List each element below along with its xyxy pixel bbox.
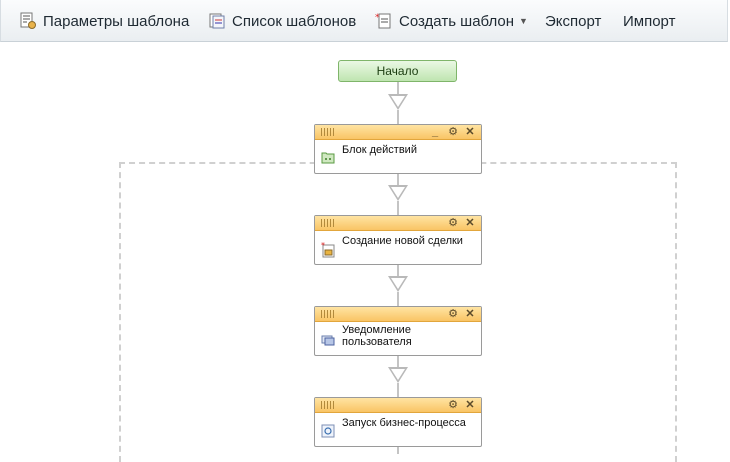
new-deal-icon: * xyxy=(321,241,335,258)
chevron-down-icon: ▼ xyxy=(519,16,528,26)
export-label: Экспорт xyxy=(545,12,602,30)
drag-handle-icon[interactable] xyxy=(321,128,335,136)
export-button[interactable]: Экспорт xyxy=(545,0,601,42)
action-block-icon xyxy=(321,150,335,164)
start-bp-icon xyxy=(321,424,335,438)
template-list-button[interactable]: Список шаблонов xyxy=(208,0,356,42)
start-node[interactable]: Начало xyxy=(338,60,457,82)
gear-icon[interactable]: ⚙ xyxy=(447,216,459,230)
svg-text:*: * xyxy=(321,242,325,250)
arrow-down-icon xyxy=(388,94,408,110)
minimize-icon[interactable]: _ xyxy=(429,125,441,139)
start-bp-block[interactable]: ⚙ ✕ Запуск бизнес-процесса xyxy=(314,397,482,447)
action-block[interactable]: _ ⚙ ✕ Блок действий xyxy=(314,124,482,174)
block-title-line1: Уведомление xyxy=(342,324,411,336)
start-label: Начало xyxy=(376,64,419,78)
block-header[interactable]: ⚙ ✕ xyxy=(315,398,481,413)
template-list-label: Список шаблонов xyxy=(232,12,357,30)
arrow-down-icon xyxy=(388,185,408,201)
gear-icon[interactable]: ⚙ xyxy=(447,398,459,412)
drag-handle-icon[interactable] xyxy=(321,310,335,318)
block-header[interactable]: ⚙ ✕ xyxy=(315,307,481,322)
create-template-button[interactable]: * Создать шаблон ▼ xyxy=(375,0,528,42)
gear-icon[interactable]: ⚙ xyxy=(447,307,459,321)
new-document-icon: * xyxy=(375,12,393,30)
notify-user-block[interactable]: ⚙ ✕ Уведомление пользователя xyxy=(314,306,482,356)
block-title: Уведомление пользователя xyxy=(342,324,412,348)
connector-line xyxy=(397,292,399,306)
gear-icon[interactable]: ⚙ xyxy=(447,125,459,139)
notify-user-icon xyxy=(321,333,335,347)
connector-line xyxy=(397,446,399,454)
settings-list-icon xyxy=(19,12,37,30)
connector-line xyxy=(397,82,399,94)
svg-text:*: * xyxy=(375,13,380,23)
import-label: Импорт xyxy=(623,12,676,30)
close-icon[interactable]: ✕ xyxy=(464,216,476,230)
drag-handle-icon[interactable] xyxy=(321,219,335,227)
block-title: Блок действий xyxy=(342,144,417,156)
arrow-down-icon xyxy=(388,367,408,383)
block-header[interactable]: ⚙ ✕ xyxy=(315,216,481,231)
block-title-line2: пользователя xyxy=(342,336,412,348)
create-template-label: Создать шаблон xyxy=(399,12,515,30)
block-header[interactable]: _ ⚙ ✕ xyxy=(315,125,481,140)
close-icon[interactable]: ✕ xyxy=(464,307,476,321)
connector-line xyxy=(397,355,399,367)
connector-line xyxy=(397,110,399,124)
template-params-button[interactable]: Параметры шаблона xyxy=(19,0,189,42)
block-title: Запуск бизнес-процесса xyxy=(342,417,466,429)
toolbar: Параметры шаблона Список шаблонов * Созд… xyxy=(0,0,728,42)
import-button[interactable]: Импорт xyxy=(623,0,675,42)
template-params-label: Параметры шаблона xyxy=(43,12,190,30)
create-deal-block[interactable]: ⚙ ✕ * Создание новой сделки xyxy=(314,215,482,265)
connector-line xyxy=(397,383,399,397)
list-icon xyxy=(208,12,226,30)
connector-line xyxy=(397,173,399,185)
close-icon[interactable]: ✕ xyxy=(464,125,476,139)
block-title: Создание новой сделки xyxy=(342,235,463,247)
connector-line xyxy=(397,264,399,276)
close-icon[interactable]: ✕ xyxy=(464,398,476,412)
connector-line xyxy=(397,201,399,215)
arrow-down-icon xyxy=(388,276,408,292)
drag-handle-icon[interactable] xyxy=(321,401,335,409)
